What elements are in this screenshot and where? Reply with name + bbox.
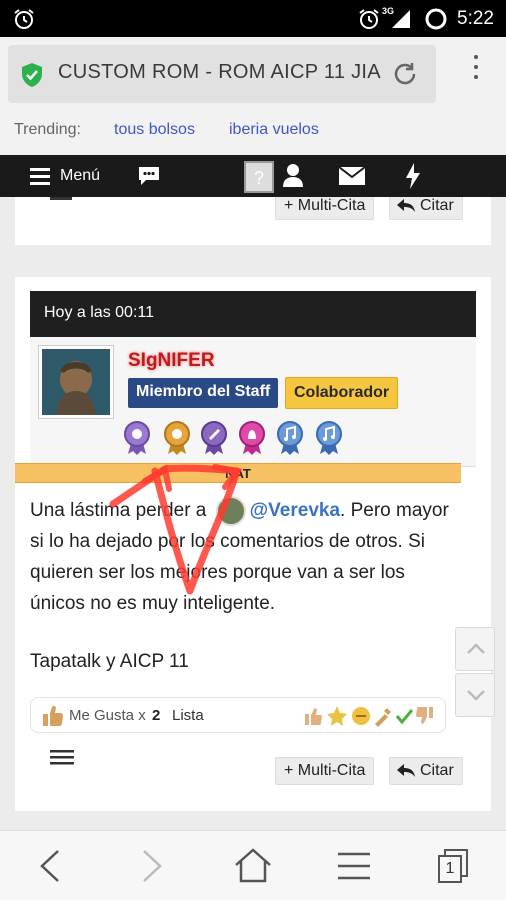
post-menu-icon[interactable] (50, 197, 72, 200)
alarm-icon (14, 9, 34, 29)
tab-count: 1 (438, 855, 462, 883)
multiquote-button[interactable]: + Multi-Cita (275, 197, 375, 220)
scroll-down-button[interactable] (455, 673, 495, 717)
reply-icon (397, 199, 415, 212)
trending-label: Trending: (14, 121, 81, 138)
chat-icon[interactable] (137, 164, 161, 186)
url-bar[interactable]: CUSTOM ROM - ROM AICP 11 JIA (8, 45, 436, 103)
url-text[interactable]: CUSTOM ROM - ROM AICP 11 JIA (58, 61, 388, 84)
likes-bar: Me Gusta x 2 Lista (30, 697, 446, 733)
clock: 5:22 (457, 8, 494, 29)
user-avatar-thumb[interactable]: ? (244, 161, 274, 193)
status-bar: 3G 5:22 (0, 0, 506, 37)
trending-link[interactable]: iberia vuelos (229, 121, 319, 139)
collaborator-badge: Colaborador (285, 377, 399, 409)
forum-page: + Multi-Cita Citar Hoy a las 00:11 SIgNI… (0, 197, 506, 830)
username[interactable]: SIgNIFER (128, 350, 215, 372)
thumbs-up-icon[interactable] (41, 704, 65, 728)
tabs-button[interactable]: 1 (438, 849, 470, 883)
mail-icon[interactable] (338, 166, 366, 186)
medal-icon (239, 421, 265, 455)
forum-navbar: Menú ? (0, 155, 506, 197)
medal-icon (201, 421, 227, 455)
previous-post-footer: + Multi-Cita Citar (15, 197, 491, 245)
browser-bottom-nav: 1 (0, 830, 506, 900)
menu-button[interactable]: Menú (60, 167, 100, 185)
chevron-down-icon (467, 690, 485, 701)
staff-badge: Miembro del Staff (128, 378, 279, 408)
hamburger-icon[interactable] (30, 166, 52, 186)
multiquote-button[interactable]: + Multi-Cita (275, 757, 375, 785)
svg-text:?: ? (254, 168, 264, 188)
post-menu-icon[interactable] (50, 749, 74, 767)
quote-label: Citar (420, 762, 454, 779)
user-info-panel: SIgNIFER Miembro del Staff Colaborador (30, 337, 476, 467)
avatar[interactable] (38, 345, 114, 419)
quote-button[interactable]: Citar (389, 757, 463, 785)
user-icon[interactable] (282, 163, 304, 189)
alerts-lightning-icon[interactable] (404, 162, 422, 190)
music-medal-icon (277, 421, 303, 455)
medal-icon (124, 421, 150, 455)
reaction-icons[interactable] (303, 704, 439, 728)
secure-shield-icon (22, 63, 42, 87)
post-signature: Tapatalk y AICP 11 (30, 651, 189, 672)
home-icon[interactable] (234, 848, 272, 884)
music-medal-icon (316, 421, 342, 455)
forward-icon[interactable] (140, 849, 164, 883)
unknown-user-icon: ? (254, 168, 264, 188)
reload-icon[interactable] (390, 59, 420, 89)
battery-ring-icon (425, 8, 447, 30)
chevron-up-icon (467, 643, 485, 654)
alarm-status-icon (359, 9, 379, 29)
likes-label: Me Gusta x (69, 707, 146, 724)
reply-icon (397, 764, 415, 777)
browser-toolbar: CUSTOM ROM - ROM AICP 11 JIA Trending: t… (0, 37, 506, 155)
mention-link[interactable]: @Verevka (250, 500, 340, 521)
likes-list-link[interactable]: Lista (172, 707, 204, 724)
quote-label: Citar (420, 197, 454, 214)
red-arrow-annotation (109, 464, 243, 595)
overflow-menu-icon[interactable] (472, 55, 480, 85)
likes-count: 2 (152, 707, 161, 724)
quote-button[interactable]: Citar (389, 197, 463, 220)
signal-icon (392, 10, 410, 28)
trending-link[interactable]: tous bolsos (114, 121, 195, 139)
medal-icon (164, 421, 190, 455)
menu-icon[interactable] (337, 852, 371, 880)
avatar-image (42, 349, 110, 415)
post-timestamp: Hoy a las 00:11 (30, 291, 476, 337)
back-icon[interactable] (38, 849, 62, 883)
scroll-up-button[interactable] (455, 627, 495, 671)
